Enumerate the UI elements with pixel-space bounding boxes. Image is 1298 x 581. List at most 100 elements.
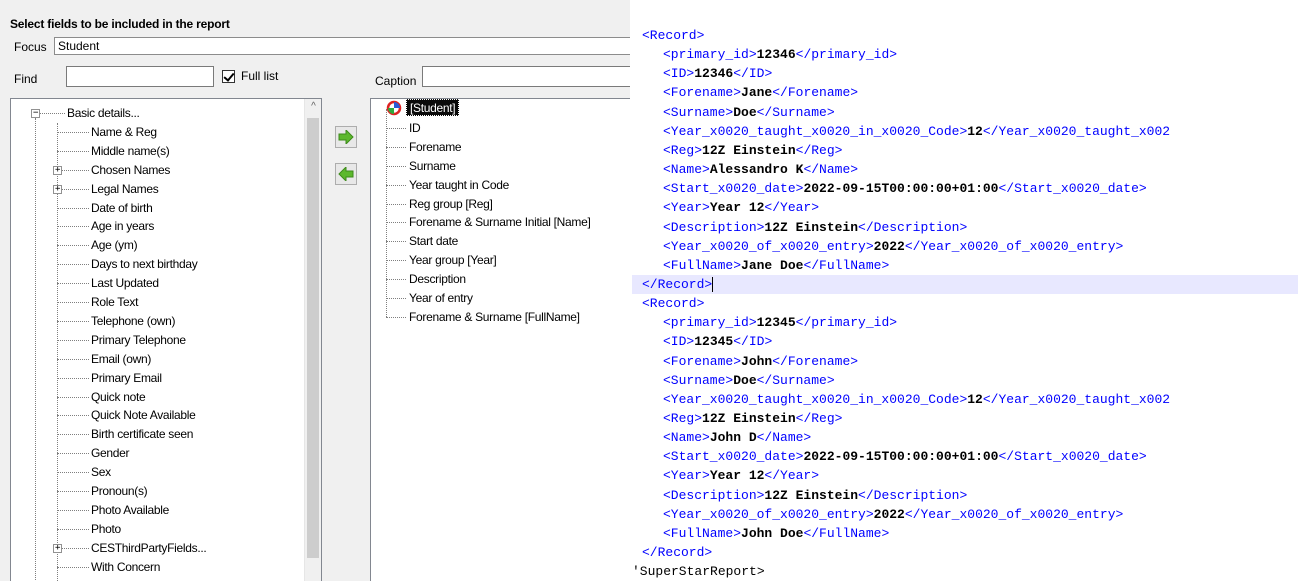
xml-line[interactable]: <Surname>Doe</Surname> bbox=[632, 371, 1298, 390]
xml-line[interactable]: <Year>Year 12</Year> bbox=[632, 198, 1298, 217]
xml-line[interactable]: <Year_x0020_taught_x0020_in_x0020_Code>1… bbox=[632, 390, 1298, 409]
field-tree-item[interactable]: Middle name(s) bbox=[11, 142, 303, 160]
full-list-checkbox[interactable]: Full list bbox=[222, 69, 278, 83]
xml-line[interactable]: 'SuperStarReport> bbox=[632, 562, 1298, 581]
field-tree-item[interactable]: Pronoun(s) bbox=[11, 482, 303, 500]
xml-line[interactable]: <Name>Alessandro K</Name> bbox=[632, 160, 1298, 179]
field-tree-item[interactable]: Quick Note Available bbox=[11, 406, 303, 424]
tree-connector-line bbox=[57, 339, 89, 341]
field-tree-item[interactable]: + Legal Names bbox=[11, 180, 303, 198]
field-tree-item[interactable]: + CESThirdPartyFields... bbox=[11, 539, 303, 557]
xml-line[interactable]: <Reg>12Z Einstein</Reg> bbox=[632, 409, 1298, 428]
xml-close-tag: </primary_id> bbox=[795, 47, 898, 63]
selected-field-item[interactable]: Start date bbox=[371, 232, 630, 250]
field-tree-item[interactable]: Primary Telephone bbox=[11, 331, 303, 349]
xml-line[interactable]: <FullName>John Doe</FullName> bbox=[632, 524, 1298, 543]
field-tree-item[interactable]: Birth certificate seen bbox=[11, 425, 303, 443]
selected-field-item[interactable]: Description bbox=[371, 270, 630, 288]
xml-line[interactable]: <primary_id>12345</primary_id> bbox=[632, 313, 1298, 332]
xml-line[interactable]: <FullName>Jane Doe</FullName> bbox=[632, 256, 1298, 275]
selected-field-item[interactable]: Forename & Surname Initial [Name] bbox=[371, 213, 630, 231]
xml-close-tag: </primary_id> bbox=[795, 315, 898, 331]
field-tree-item[interactable]: Telephone (own) bbox=[11, 312, 303, 330]
collapse-icon[interactable]: − bbox=[31, 109, 40, 118]
xml-line[interactable]: <Surname>Doe</Surname> bbox=[632, 103, 1298, 122]
xml-line[interactable]: <Forename>John</Forename> bbox=[632, 352, 1298, 371]
xml-line[interactable]: <ID>12345</ID> bbox=[632, 332, 1298, 351]
field-tree-item[interactable]: − Basic details... bbox=[11, 104, 303, 122]
xml-value: 12 bbox=[967, 391, 983, 407]
selected-field-item[interactable]: Forename & Surname [FullName] bbox=[371, 308, 630, 326]
field-tree-item[interactable]: Days to next birthday bbox=[11, 255, 303, 273]
xml-line[interactable]: <Record> bbox=[632, 294, 1298, 313]
caption-input[interactable] bbox=[422, 66, 630, 87]
xml-line[interactable]: <Reg>12Z Einstein</Reg> bbox=[632, 141, 1298, 160]
xml-line[interactable]: <Name>John D</Name> bbox=[632, 428, 1298, 447]
field-tree-scrollbar[interactable]: ^ bbox=[304, 99, 321, 581]
xml-line[interactable]: <Year>Year 12</Year> bbox=[632, 466, 1298, 485]
xml-line[interactable]: <Year_x0020_taught_x0020_in_x0020_Code>1… bbox=[632, 122, 1298, 141]
expand-icon[interactable]: + bbox=[53, 165, 62, 175]
xml-line[interactable]: </Record> bbox=[632, 543, 1298, 562]
field-tree-item[interactable]: Gender bbox=[11, 444, 303, 462]
text-cursor bbox=[712, 277, 714, 292]
field-tree-item[interactable]: Date of birth bbox=[11, 199, 303, 217]
field-tree-item[interactable]: Age in years bbox=[11, 217, 303, 235]
xml-line[interactable]: <Description>12Z Einstein</Description> bbox=[632, 486, 1298, 505]
selected-field-item[interactable]: Year taught in Code bbox=[371, 176, 630, 194]
selected-field-item[interactable]: ID bbox=[371, 119, 630, 137]
selected-field-item[interactable]: Reg group [Reg] bbox=[371, 195, 630, 213]
xml-line[interactable]: <Description>12Z Einstein</Description> bbox=[632, 218, 1298, 237]
field-tree-item[interactable]: + Chosen Names bbox=[11, 161, 303, 179]
tree-connector-line bbox=[386, 260, 406, 262]
selected-field-item[interactable]: Year group [Year] bbox=[371, 251, 630, 269]
field-tree-item[interactable]: Primary Email bbox=[11, 369, 303, 387]
remove-field-button[interactable] bbox=[335, 163, 357, 185]
field-tree-item[interactable]: Name & Reg bbox=[11, 123, 303, 141]
xml-line[interactable]: <Forename>Jane</Forename> bbox=[632, 83, 1298, 102]
field-tree-item[interactable]: With Concern bbox=[11, 558, 303, 576]
root-node-student[interactable]: [Student] bbox=[386, 99, 460, 116]
checkbox-checked-icon[interactable] bbox=[222, 69, 235, 83]
xml-line[interactable]: <Start_x0020_date>2022-09-15T00:00:00+01… bbox=[632, 447, 1298, 466]
xml-output-viewer[interactable]: <Record> <primary_id>12346</primary_id> <I… bbox=[632, 0, 1298, 581]
xml-line[interactable]: <primary_id>12346</primary_id> bbox=[632, 45, 1298, 64]
field-tree-item[interactable]: Photo Available bbox=[11, 501, 303, 519]
full-list-label: Full list bbox=[241, 69, 279, 83]
field-tree-item[interactable]: Sex bbox=[11, 463, 303, 481]
xml-close-tag: </Reg> bbox=[795, 411, 843, 426]
xml-line[interactable]: <Year_x0020_of_x0020_entry>2022</Year_x0… bbox=[632, 505, 1298, 524]
dialog-heading: Select fields to be included in the repo… bbox=[10, 17, 230, 31]
root-node-label[interactable]: [Student] bbox=[406, 99, 460, 116]
xml-line[interactable]: </Record> bbox=[632, 274, 1298, 294]
xml-line[interactable]: <Start_x0020_date>2022-09-15T00:00:00+01… bbox=[632, 179, 1298, 198]
field-tree-item-label: CESThirdPartyFields... bbox=[91, 540, 207, 555]
xml-line[interactable]: <Record> bbox=[632, 26, 1298, 45]
selected-field-item[interactable]: Year of entry bbox=[371, 289, 630, 307]
field-tree-item[interactable]: Quick note bbox=[11, 388, 303, 406]
focus-field[interactable]: Student bbox=[54, 37, 630, 55]
scroll-up-icon[interactable]: ^ bbox=[305, 101, 321, 117]
selected-fields-tree[interactable]: ID Forename Surname Year taught in Code Reg … bbox=[370, 98, 630, 581]
field-tree-item[interactable]: Role Text bbox=[11, 293, 303, 311]
xml-line[interactable]: <Year_x0020_of_x0020_entry>2022</Year_x0… bbox=[632, 237, 1298, 256]
field-tree-item[interactable]: Protect from Bulk Data Deletion bbox=[11, 577, 303, 581]
find-input[interactable] bbox=[66, 66, 214, 87]
xml-close-tag: </FullName> bbox=[803, 525, 890, 541]
field-tree-item[interactable]: Age (ym) bbox=[11, 236, 303, 254]
available-fields-tree[interactable]: − Basic details... Name & Reg Middle name(s… bbox=[10, 98, 322, 581]
selected-field-item[interactable]: Forename bbox=[371, 138, 630, 156]
expand-icon[interactable]: + bbox=[53, 184, 62, 194]
xml-open-tag: <ID> bbox=[663, 334, 695, 350]
selected-field-item[interactable]: Surname bbox=[371, 157, 630, 175]
xml-line[interactable]: <ID>12346</ID> bbox=[632, 64, 1298, 83]
add-field-button[interactable] bbox=[335, 126, 357, 148]
student-node-icon bbox=[386, 100, 402, 115]
scrollbar-thumb[interactable] bbox=[307, 118, 319, 558]
field-tree-item[interactable]: Last Updated bbox=[11, 274, 303, 292]
field-tree-item[interactable]: Photo bbox=[11, 520, 303, 538]
field-tree-item[interactable]: Email (own) bbox=[11, 350, 303, 368]
xml-close-tag: </Reg> bbox=[795, 142, 843, 158]
field-tree-item-label: Pronoun(s) bbox=[91, 484, 148, 498]
expand-icon[interactable]: + bbox=[53, 543, 62, 553]
